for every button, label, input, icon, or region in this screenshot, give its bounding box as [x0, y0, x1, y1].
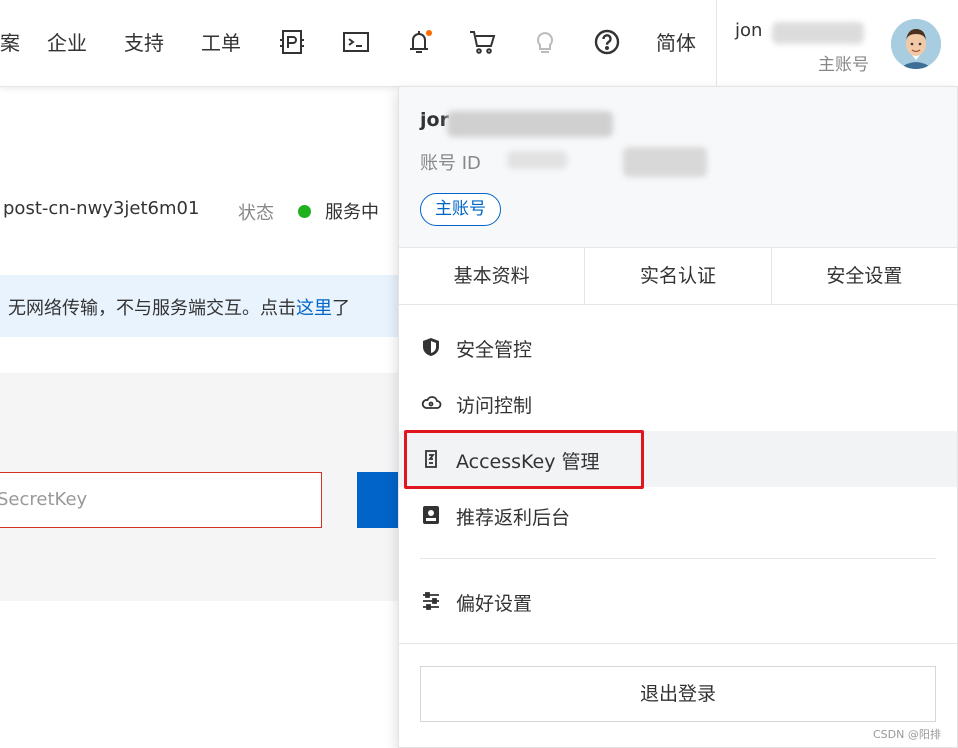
rebate-icon [420, 504, 442, 526]
cloud-icon [420, 392, 442, 414]
redacted-account-id-2 [623, 147, 707, 177]
instance-id: post-cn-nwy3jet6m01 [3, 198, 200, 219]
account-name: jor [420, 109, 449, 131]
menu-label-preferences: 偏好设置 [456, 593, 533, 615]
notice-text: 无网络传输，不与服务端交互。点击这里了 [8, 294, 350, 320]
menu-item-rebate[interactable]: 推荐返利后台 [399, 487, 957, 543]
top-navigation-bar: 案 企业 支持 工单 简体 jon 主账号 [0, 0, 958, 87]
bell-icon[interactable] [404, 26, 434, 58]
footer-divider [399, 643, 957, 644]
status-value: 服务中 [325, 202, 379, 223]
nav-item-ticket[interactable]: 工单 [201, 30, 241, 56]
nav-divider [716, 0, 717, 87]
nav-item-beian[interactable]: 案 [0, 30, 20, 56]
language-switch[interactable]: 简体 [656, 30, 696, 56]
account-summary: jor 账号 ID 主账号 [399, 87, 957, 247]
notification-dot [426, 30, 432, 36]
cart-icon[interactable] [467, 26, 497, 58]
account-tabs: 基本资料 实名认证 安全设置 [399, 247, 957, 305]
menu-label-access-control: 访问控制 [456, 395, 533, 417]
tab-security-settings[interactable]: 安全设置 [772, 248, 957, 304]
tab-real-name[interactable]: 实名认证 [585, 248, 772, 304]
nav-item-support[interactable]: 支持 [124, 30, 164, 56]
user-role: 主账号 [818, 55, 869, 75]
icp-icon[interactable] [277, 26, 307, 58]
account-dropdown: jor 账号 ID 主账号 基本资料 实名认证 安全设置 安全管控 访问控制 A… [398, 86, 958, 748]
watermark: CSDN @阳排 [873, 728, 941, 741]
redacted-username [772, 22, 864, 44]
submit-button[interactable] [357, 472, 400, 528]
redacted-account-id [507, 151, 567, 169]
terminal-icon[interactable] [341, 26, 371, 58]
shield-icon [420, 336, 442, 358]
tab-basic-info[interactable]: 基本资料 [399, 248, 586, 304]
menu-label-security-control: 安全管控 [456, 339, 533, 361]
notice-body: 无网络传输，不与服务端交互。点击 [8, 298, 296, 319]
help-icon[interactable] [592, 26, 622, 58]
info-notice: 无网络传输，不与服务端交互。点击这里了 [0, 275, 400, 337]
annotation-highlight-box [404, 430, 644, 489]
notice-tail: 了 [332, 298, 350, 319]
account-id-label: 账号 ID [420, 153, 481, 174]
status-label: 状态 [238, 203, 274, 224]
menu-divider [420, 558, 936, 559]
nav-item-enterprise[interactable]: 企业 [47, 30, 87, 56]
user-name[interactable]: jon [735, 20, 762, 41]
logout-button[interactable]: 退出登录 [420, 666, 936, 722]
role-tag: 主账号 [420, 193, 501, 226]
secretkey-input[interactable]: SecretKey [0, 472, 322, 528]
menu-label-rebate: 推荐返利后台 [456, 507, 571, 529]
menu-item-security-control[interactable]: 安全管控 [399, 319, 957, 375]
status-indicator [298, 205, 311, 218]
avatar[interactable] [891, 19, 941, 69]
redacted-account-name [447, 111, 613, 137]
menu-item-preferences[interactable]: 偏好设置 [399, 573, 957, 629]
lightbulb-icon[interactable] [530, 26, 560, 58]
sliders-icon [420, 590, 442, 612]
notice-link[interactable]: 这里 [296, 298, 332, 319]
menu-item-access-control[interactable]: 访问控制 [399, 375, 957, 431]
